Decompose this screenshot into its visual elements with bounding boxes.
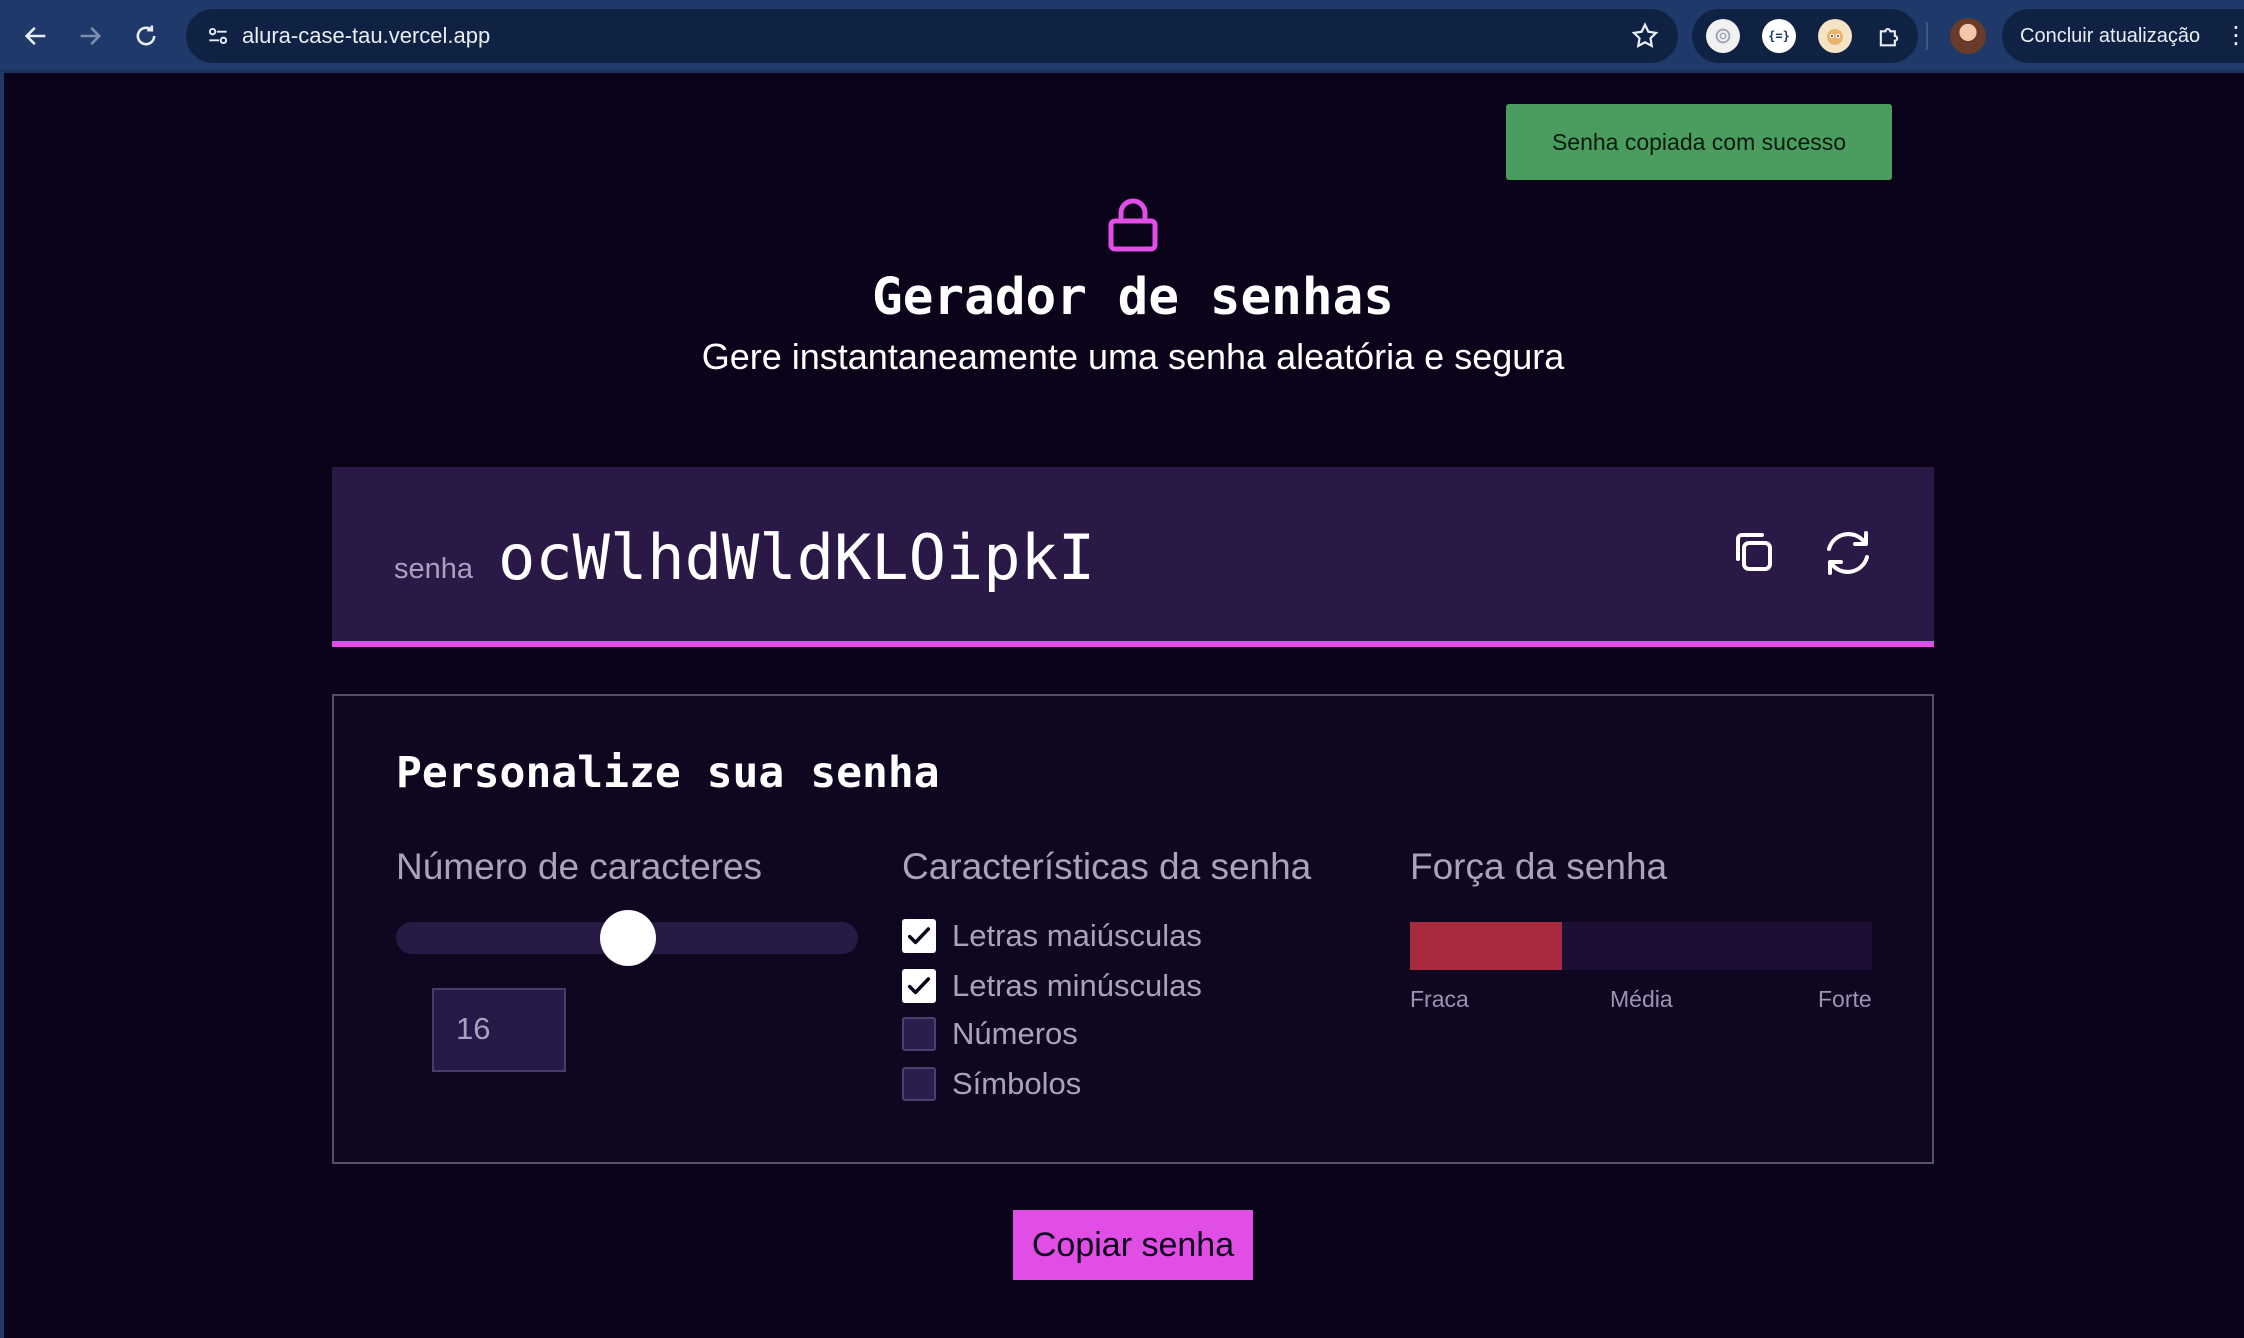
profile-avatar[interactable] <box>1950 18 1986 54</box>
option-label: Letras minúsculas <box>952 968 1202 1003</box>
arrow-right-icon <box>80 26 102 46</box>
strength-label-weak: Fraca <box>1410 986 1469 1012</box>
length-slider-thumb[interactable] <box>600 910 656 966</box>
forward-button[interactable] <box>70 16 110 56</box>
back-button[interactable] <box>16 16 56 56</box>
strength-meter-fill <box>1410 922 1563 970</box>
success-toast: Senha copiada com sucesso <box>1506 104 1892 180</box>
password-value[interactable]: ocWlhdWldKLOipkI <box>498 521 1095 594</box>
refresh-icon <box>1827 531 1869 575</box>
browser-toolbar: alura-case-tau.vercel.app {=} Concluir a… <box>0 0 2244 72</box>
characteristic-option[interactable]: Letras maiúsculas <box>902 916 1202 956</box>
length-input[interactable]: 16 <box>432 988 566 1072</box>
strength-label-strong: Forte <box>1818 986 1872 1012</box>
checkbox-checked[interactable] <box>902 969 936 1003</box>
password-label: senha <box>394 553 474 585</box>
toolbar-divider <box>1926 22 1928 50</box>
checkbox-checked[interactable] <box>902 919 936 953</box>
settings-panel: Personalize sua senha Número de caracter… <box>332 694 1934 1164</box>
openai-icon[interactable] <box>1706 19 1740 53</box>
password-display: senha ocWlhdWldKLOipkI <box>332 467 1934 647</box>
checkmark-icon <box>907 977 931 995</box>
more-menu-icon[interactable]: ⋮ <box>2224 9 2244 63</box>
puzzle-icon[interactable] <box>1872 19 1906 53</box>
characteristic-option[interactable]: Números <box>902 1014 1078 1054</box>
checkbox-unchecked[interactable] <box>902 1067 936 1101</box>
update-button-label: Concluir atualização <box>2020 25 2201 47</box>
arrow-left-icon <box>24 26 46 46</box>
extensions-group: {=} <box>1692 9 1918 63</box>
json-icon[interactable]: {=} <box>1762 19 1796 53</box>
strength-meter <box>1410 922 1872 970</box>
strength-label-medium: Média <box>1610 986 1673 1012</box>
strength-heading: Força da senha <box>1410 846 1668 887</box>
site-info-icon[interactable] <box>200 18 236 54</box>
window-edge <box>0 72 4 1338</box>
lock-icon <box>1108 198 1158 252</box>
characteristics-heading: Características da senha <box>902 846 1312 887</box>
length-heading: Número de caracteres <box>396 846 763 887</box>
reload-icon <box>136 25 156 46</box>
regenerate-password-button[interactable] <box>1820 525 1876 581</box>
checkmark-icon <box>907 927 931 945</box>
characteristic-option[interactable]: Letras minúsculas <box>902 966 1202 1006</box>
copy-icon <box>1736 533 1772 571</box>
url-text[interactable]: alura-case-tau.vercel.app <box>242 9 490 63</box>
toolbar-border <box>0 70 2244 73</box>
reload-button[interactable] <box>126 16 166 56</box>
checkbox-unchecked[interactable] <box>902 1017 936 1051</box>
copy-password-main-button[interactable]: Copiar senha <box>1013 1210 1253 1280</box>
update-button[interactable]: Concluir atualização ⋮ <box>2002 9 2244 63</box>
page-title: Gerador de senhas <box>872 268 1394 327</box>
option-label: Letras maiúsculas <box>952 918 1202 953</box>
copy-password-button[interactable] <box>1726 525 1782 581</box>
option-label: Números <box>952 1016 1078 1051</box>
bookmark-star-icon[interactable] <box>1630 21 1660 51</box>
address-bar[interactable]: alura-case-tau.vercel.app <box>186 9 1678 63</box>
characteristic-option[interactable]: Símbolos <box>902 1064 1081 1104</box>
mascot-icon[interactable] <box>1818 19 1852 53</box>
page-subtitle: Gere instantaneamente uma senha aleatóri… <box>701 336 1565 377</box>
settings-title: Personalize sua senha <box>396 748 940 798</box>
option-label: Símbolos <box>952 1066 1082 1101</box>
